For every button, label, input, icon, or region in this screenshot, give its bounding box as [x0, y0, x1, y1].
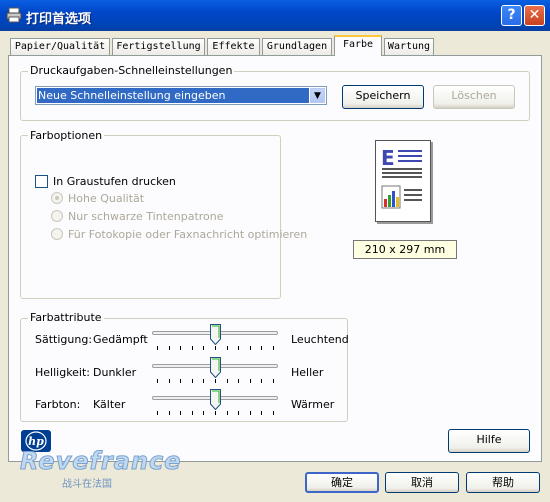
- brightness-slider[interactable]: [152, 357, 278, 387]
- title-help-button[interactable]: ?: [501, 5, 522, 26]
- hue-slider[interactable]: [152, 389, 278, 419]
- radio-black-only[interactable]: [51, 210, 63, 222]
- slider-tick: [273, 346, 274, 350]
- radio-black-only-label: Nur schwarze Tintenpatrone: [68, 210, 224, 223]
- radio-high-quality-label: Hohe Qualität: [68, 192, 145, 205]
- slider-tick: [157, 379, 158, 383]
- tab-papier-qualitaet[interactable]: Papier/Qualität: [10, 38, 110, 55]
- slider-tick: [273, 411, 274, 415]
- radio-high-quality[interactable]: [51, 192, 63, 204]
- radio-selected-dot: [55, 196, 59, 200]
- slider-tick: [180, 411, 181, 415]
- slider-tick: [215, 379, 216, 383]
- grayscale-checkbox[interactable]: [35, 175, 48, 188]
- saturation-left-label: Gedämpft: [93, 333, 148, 346]
- slider-thumb[interactable]: [210, 357, 221, 379]
- tab-grundlagen[interactable]: Grundlagen: [262, 38, 332, 55]
- hue-right-label: Wärmer: [291, 398, 335, 411]
- window-title: 打印首选项: [26, 12, 92, 27]
- quickset-group-label: Druckaufgaben-Schnelleinstellungen: [28, 64, 235, 77]
- save-button[interactable]: Speichern: [342, 85, 424, 109]
- color-attributes-group-label: Farbattribute: [28, 311, 104, 324]
- slider-tick: [157, 411, 158, 415]
- saturation-label: Sättigung:: [35, 333, 93, 346]
- color-options-group-label: Farboptionen: [28, 129, 105, 142]
- slider-tick: [250, 411, 251, 415]
- radio-photocopy-fax-label: Für Fotokopie oder Faxnachricht optimier…: [68, 228, 308, 241]
- slider-tick: [169, 379, 170, 383]
- tab-farbe[interactable]: Farbe: [334, 35, 382, 56]
- brightness-left-label: Dunkler: [93, 366, 137, 379]
- slider-tick: [273, 379, 274, 383]
- watermark-subtext: 战斗在法国: [62, 479, 112, 490]
- slider-ticks: [152, 411, 278, 416]
- tab-effekte[interactable]: Effekte: [207, 38, 260, 55]
- quickset-select[interactable]: Neue Schnelleinstellung eingeben ▼: [35, 86, 327, 105]
- slider-tick: [180, 379, 181, 383]
- slider-tick: [203, 379, 204, 383]
- footer-help-button[interactable]: 帮助: [466, 472, 540, 493]
- svg-text:E: E: [381, 146, 395, 170]
- printer-icon: [6, 7, 22, 23]
- help-button[interactable]: Hilfe: [448, 429, 530, 453]
- slider-thumb[interactable]: [210, 389, 221, 411]
- slider-tick: [180, 346, 181, 350]
- slider-ticks: [152, 346, 278, 351]
- slider-tick: [227, 379, 228, 383]
- slider-thumb[interactable]: [210, 324, 221, 346]
- saturation-right-label: Leuchtend: [291, 333, 349, 346]
- slider-tick: [250, 379, 251, 383]
- slider-tick: [169, 411, 170, 415]
- slider-tick: [238, 379, 239, 383]
- slider-tick: [250, 346, 251, 350]
- tab-fertigstellung[interactable]: Fertigstellung: [112, 38, 205, 55]
- slider-tick: [261, 379, 262, 383]
- ok-button[interactable]: 确定: [305, 472, 379, 493]
- slider-tick: [215, 411, 216, 415]
- slider-tick: [238, 346, 239, 350]
- watermark-text: Revefrance: [20, 447, 182, 476]
- slider-tick: [238, 411, 239, 415]
- slider-ticks: [152, 379, 278, 384]
- brightness-label: Helligkeit:: [35, 366, 91, 379]
- brightness-right-label: Heller: [291, 366, 324, 379]
- slider-tick: [261, 411, 262, 415]
- slider-tick: [192, 411, 193, 415]
- chevron-down-icon[interactable]: ▼: [310, 88, 325, 103]
- paper-size-label: 210 x 297 mm: [353, 240, 457, 259]
- radio-photocopy-fax[interactable]: [51, 228, 63, 240]
- saturation-slider[interactable]: [152, 324, 278, 354]
- slider-tick: [227, 411, 228, 415]
- slider-tick: [215, 346, 216, 350]
- hue-left-label: Kälter: [93, 398, 126, 411]
- slider-tick: [227, 346, 228, 350]
- delete-button[interactable]: Löschen: [433, 85, 515, 109]
- hue-label: Farbton:: [35, 398, 81, 411]
- title-close-button[interactable]: ✕: [524, 5, 545, 26]
- slider-tick: [192, 346, 193, 350]
- tab-wartung[interactable]: Wartung: [384, 38, 434, 55]
- page-preview: E: [375, 140, 431, 222]
- grayscale-label: In Graustufen drucken: [53, 175, 176, 188]
- slider-tick: [203, 346, 204, 350]
- slider-tick: [203, 411, 204, 415]
- slider-tick: [261, 346, 262, 350]
- cancel-button[interactable]: 取消: [385, 472, 459, 493]
- slider-tick: [157, 346, 158, 350]
- slider-tick: [192, 379, 193, 383]
- slider-tick: [169, 346, 170, 350]
- quickset-select-value: Neue Schnelleinstellung eingeben: [37, 88, 309, 103]
